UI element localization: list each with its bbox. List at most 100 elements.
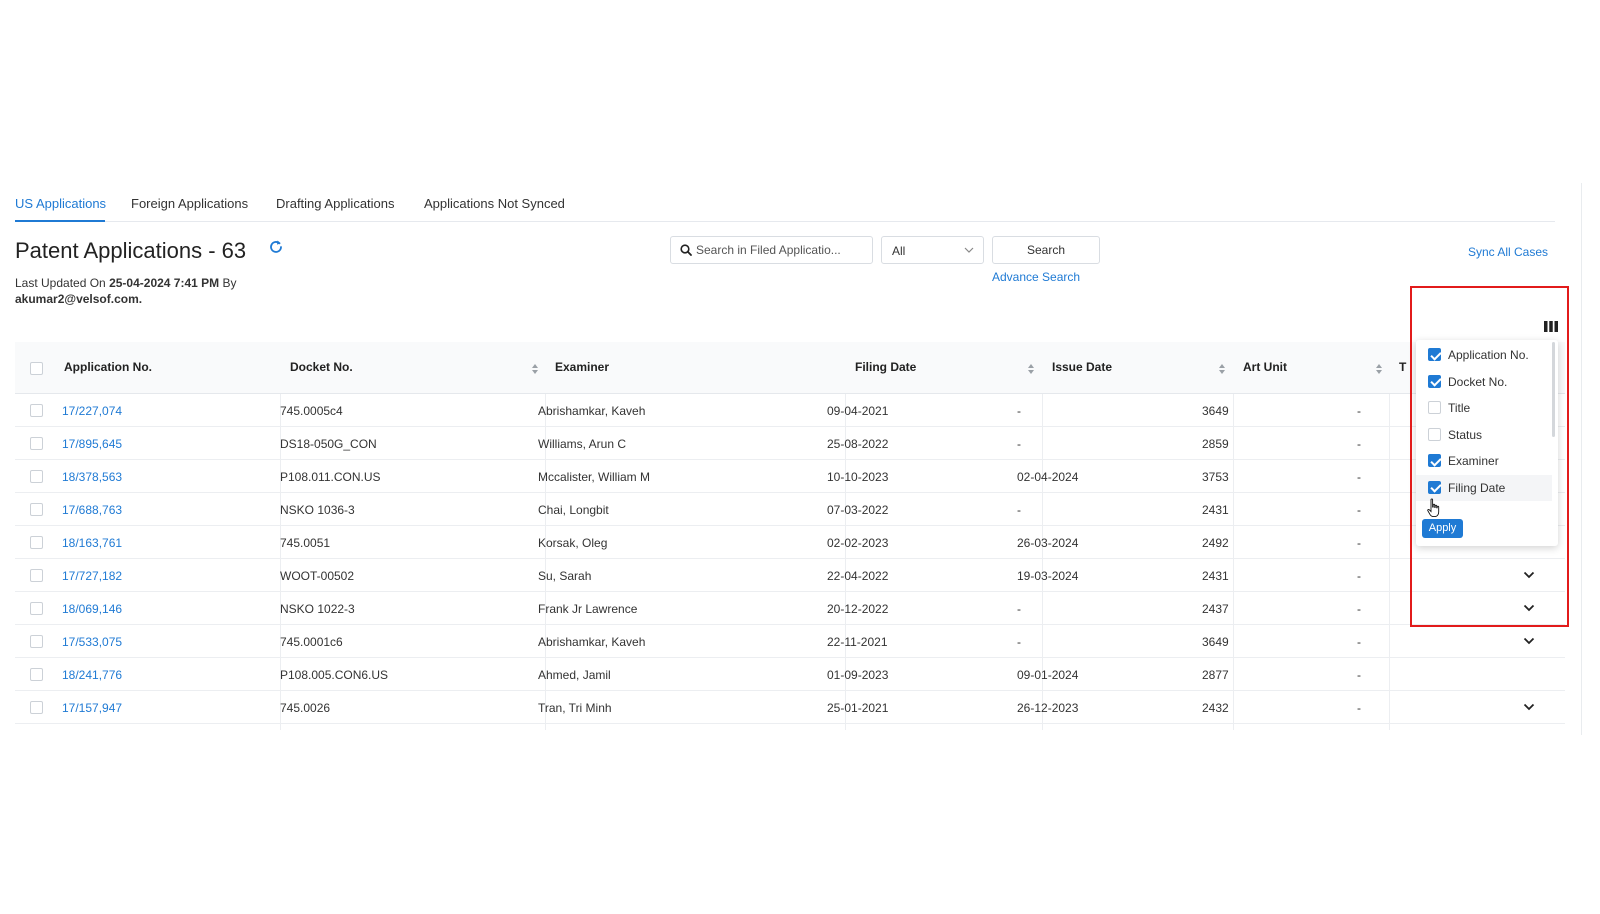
tab-us-applications[interactable]: US Applications <box>15 196 106 211</box>
expand-row-icon[interactable] <box>1523 571 1535 579</box>
sort-icon[interactable] <box>1027 363 1035 375</box>
column-option-label: Status <box>1448 427 1483 442</box>
table-row[interactable]: 17/157,947 745.0026 Tran, Tri Minh 25-01-20… <box>15 691 1565 724</box>
examiner-cell: Tran, Tri Minh <box>538 701 612 715</box>
table-row[interactable]: 18/069,146 NSKO 1022-3 Frank Jr Lawrence 20… <box>15 592 1565 625</box>
column-header-docket-no[interactable]: Docket No. <box>290 360 353 374</box>
column-option-checkbox[interactable] <box>1428 480 1441 494</box>
column-option-checkbox[interactable] <box>1428 427 1441 441</box>
row-checkbox[interactable] <box>30 635 43 648</box>
column-option[interactable]: Filing Date <box>1416 474 1552 501</box>
column-header-application-no[interactable]: Application No. <box>64 360 152 374</box>
column-chooser-scrollbar[interactable] <box>1552 342 1555 437</box>
active-tab-indicator <box>15 220 105 222</box>
column-header-examiner[interactable]: Examiner <box>555 360 609 374</box>
search-button[interactable]: Search <box>992 236 1100 264</box>
row-checkbox[interactable] <box>30 470 43 483</box>
filing-date-cell: 20-12-2022 <box>827 602 889 616</box>
table-header: Application No. Docket No. Examiner Fili… <box>15 342 1565 394</box>
row-checkbox[interactable] <box>30 536 43 549</box>
column-option-checkbox[interactable] <box>1428 454 1441 467</box>
table-row[interactable]: 17/533,075 745.0001c6 Abrishamkar, Kaveh 22… <box>15 625 1565 658</box>
expand-row-icon[interactable] <box>1523 604 1535 612</box>
tab-foreign-applications[interactable]: Foreign Applications <box>131 196 248 211</box>
docket-number-cell: P108.005.CON6.US <box>280 668 389 682</box>
application-tabs: US Applications Foreign Applications Dra… <box>15 186 1555 222</box>
chevron-down-icon <box>964 247 974 253</box>
last-updated-info: Last Updated On 25-04-2024 7:41 PM By <box>15 274 237 292</box>
docket-number-cell: DS18-050G_CON <box>280 437 377 451</box>
column-option-checkbox[interactable] <box>1428 401 1441 414</box>
column-option[interactable]: Examiner <box>1416 448 1552 474</box>
table-row[interactable]: 18/241,776 P108.005.CON6.US Ahmed, Jamil 01… <box>15 658 1565 691</box>
column-option-checkbox[interactable] <box>1428 348 1441 361</box>
column-option[interactable]: Status <box>1416 422 1552 448</box>
apply-columns-button[interactable]: Apply <box>1422 519 1463 538</box>
docket-number-cell: P108.011.CON.US <box>280 470 381 484</box>
last-updated-date: 25-04-2024 7:41 PM <box>109 276 220 290</box>
sort-icon[interactable] <box>531 363 539 375</box>
application-number-link[interactable]: 18/163,761 <box>62 536 122 550</box>
row-checkbox[interactable] <box>30 569 43 582</box>
content-edge-divider <box>1581 183 1582 735</box>
truncated-column-cell: - <box>1357 404 1361 418</box>
row-checkbox[interactable] <box>30 701 43 714</box>
columns-icon[interactable] <box>1544 321 1558 332</box>
application-number-link[interactable]: 18/069,146 <box>62 602 122 616</box>
table-row[interactable]: 17/895,645 DS18-050G_CON Williams, Arun C 2… <box>15 427 1565 460</box>
column-option[interactable]: Title <box>1416 395 1552 421</box>
column-header-truncated[interactable]: T <box>1399 360 1406 374</box>
select-all-checkbox[interactable] <box>30 362 43 375</box>
column-option[interactable]: Docket No. <box>1416 369 1552 395</box>
filing-date-cell: 25-01-2021 <box>827 701 889 715</box>
row-checkbox[interactable] <box>30 668 43 681</box>
tab-applications-not-synced[interactable]: Applications Not Synced <box>424 196 565 211</box>
application-number-link[interactable]: 17/157,947 <box>62 701 122 715</box>
search-field[interactable] <box>670 236 873 264</box>
column-header-art-unit[interactable]: Art Unit <box>1243 360 1287 374</box>
truncated-column-cell: - <box>1357 668 1361 682</box>
column-header-issue-date[interactable]: Issue Date <box>1052 360 1112 374</box>
row-checkbox[interactable] <box>30 602 43 615</box>
table-row[interactable]: 18/163,761 745.0051 Korsak, Oleg 02-02-2023… <box>15 526 1565 559</box>
truncated-column-cell: - <box>1357 701 1361 715</box>
application-number-link[interactable]: 18/241,776 <box>62 668 122 682</box>
art-unit-cell: 3753 <box>1202 470 1229 484</box>
issue-date-cell: 26-12-2023 <box>1017 701 1079 715</box>
column-header-filing-date[interactable]: Filing Date <box>855 360 916 374</box>
application-number-link[interactable]: 18/378,563 <box>62 470 122 484</box>
sync-all-cases-link[interactable]: Sync All Cases <box>1468 245 1548 259</box>
column-option-checkbox[interactable] <box>1428 374 1441 388</box>
art-unit-cell: 2431 <box>1202 503 1229 517</box>
row-checkbox[interactable] <box>30 503 43 516</box>
filing-date-cell: 02-02-2023 <box>827 536 889 550</box>
docket-number-cell: 745.0051 <box>280 536 331 550</box>
table-row[interactable]: 17/227,074 745.0005c4 Abrishamkar, Kaveh 09… <box>15 394 1565 427</box>
table-row[interactable]: 18/378,563 P108.011.CON.US Mccalister, Wil… <box>15 460 1565 493</box>
application-number-link[interactable]: 17/688,763 <box>62 503 122 517</box>
art-unit-cell: 3649 <box>1202 404 1229 418</box>
table-row[interactable]: 17/688,763 NSKO 1036-3 Chai, Longbit 07-03-… <box>15 493 1565 526</box>
examiner-cell: Frank Jr Lawrence <box>538 602 638 616</box>
column-option-label: Title <box>1448 401 1471 415</box>
application-number-link[interactable]: 17/533,075 <box>62 635 122 649</box>
row-checkbox[interactable] <box>30 437 43 450</box>
table-row[interactable]: 17/727,182 WOOT-00502 Su, Sarah 22-04-2022 1… <box>15 559 1565 592</box>
refresh-icon[interactable] <box>268 239 284 255</box>
tab-drafting-applications[interactable]: Drafting Applications <box>276 196 395 211</box>
filter-select[interactable]: All <box>881 236 984 264</box>
issue-date-cell: - <box>1017 635 1021 649</box>
expand-row-icon[interactable] <box>1523 703 1535 711</box>
filter-select-value: All <box>892 244 906 258</box>
application-number-link[interactable]: 17/895,645 <box>62 437 122 451</box>
sort-icon[interactable] <box>1375 363 1383 375</box>
search-input[interactable] <box>696 241 866 259</box>
art-unit-cell: 3649 <box>1202 635 1229 649</box>
sort-icon[interactable] <box>1218 363 1226 375</box>
application-number-link[interactable]: 17/727,182 <box>62 569 122 583</box>
column-option[interactable]: Application No. <box>1416 342 1552 368</box>
advance-search-link[interactable]: Advance Search <box>992 270 1080 284</box>
application-number-link[interactable]: 17/227,074 <box>62 404 122 418</box>
row-checkbox[interactable] <box>30 404 43 417</box>
expand-row-icon[interactable] <box>1523 637 1535 645</box>
